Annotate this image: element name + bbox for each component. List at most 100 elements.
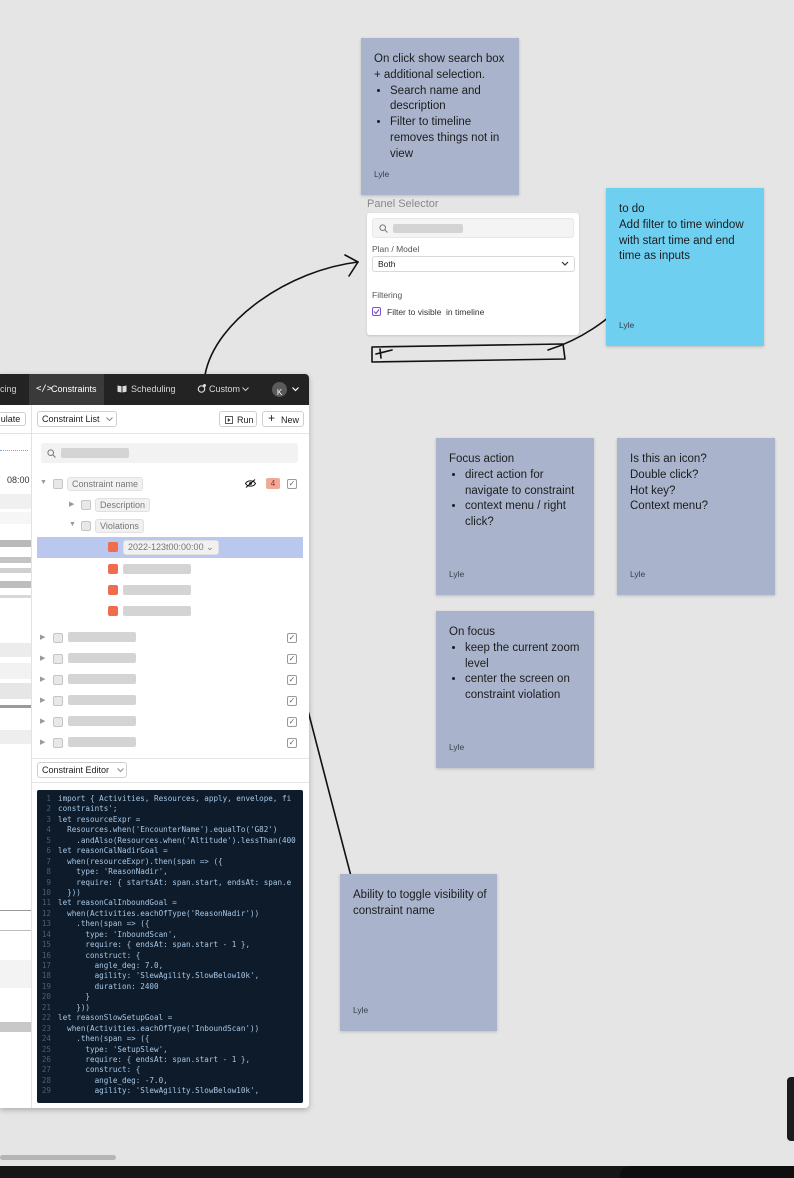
line-number: 7 xyxy=(46,856,51,866)
constraint-editor-select[interactable]: Constraint Editor xyxy=(37,762,127,778)
sticky-note-search[interactable]: On click show search box + additional se… xyxy=(361,38,519,195)
tree-row-constraint-collapsed[interactable]: ▶ ✓ xyxy=(31,651,309,667)
panel-search-input[interactable] xyxy=(372,218,574,238)
code-text: .andAlso(Resources.when('Altitude').less… xyxy=(58,835,296,845)
tree-row-constraint-collapsed[interactable]: ▶ ✓ xyxy=(31,672,309,688)
line-number: 25 xyxy=(41,1044,51,1054)
line-number: 4 xyxy=(46,825,51,835)
enabled-checkbox[interactable]: ✓ xyxy=(287,738,297,748)
chevron-down-icon[interactable] xyxy=(292,387,299,392)
code-editor[interactable]: 1 import { Activities, Resources, apply, … xyxy=(37,790,303,1103)
violation-count-badge: 4 xyxy=(266,478,280,489)
violation-row[interactable] xyxy=(37,604,303,620)
code-text: when(resourceExpr).then(span => ({ xyxy=(58,856,223,866)
line-number: 28 xyxy=(41,1075,51,1085)
code-line: 23 when(Activities.eachOfType('InboundSc… xyxy=(37,1024,303,1034)
filter-visible-label: Filter to visible in timeline xyxy=(387,307,485,317)
eye-slash-icon[interactable] xyxy=(245,479,256,488)
row-checkbox[interactable] xyxy=(53,696,63,706)
tab-custom[interactable]: Custom xyxy=(193,374,253,405)
avatar-initial: K xyxy=(276,388,283,397)
line-number: 1 xyxy=(46,794,51,803)
editor-divider xyxy=(31,758,309,759)
tree-row-description[interactable]: ▶ Description xyxy=(31,497,309,513)
expand-toggle[interactable]: ▶ xyxy=(40,738,45,746)
simulate-button-partial[interactable]: ulate xyxy=(0,412,26,426)
constraint-search-input[interactable] xyxy=(41,443,298,463)
expand-toggle[interactable]: ▶ xyxy=(40,633,45,641)
row-checkbox[interactable] xyxy=(53,654,63,664)
code-line: 4 Resources.when('EncounterName').equalT… xyxy=(37,825,303,835)
note-title: Focus action xyxy=(449,453,515,465)
code-icon: </> xyxy=(36,384,53,394)
enabled-checkbox[interactable]: ✓ xyxy=(287,675,297,685)
scribble-outline xyxy=(371,343,566,363)
tree-row-violations[interactable]: ▼ Violations xyxy=(31,518,309,534)
constraint-list-select[interactable]: Constraint List xyxy=(37,411,117,427)
code-line: 13 .then(span => ({ xyxy=(37,919,303,929)
expand-toggle[interactable]: ▼ xyxy=(69,521,76,528)
expand-toggle[interactable]: ▶ xyxy=(40,696,45,704)
row-checkbox[interactable] xyxy=(53,479,63,489)
code-text: construct: { xyxy=(58,1065,141,1075)
edge-panel xyxy=(787,1077,794,1141)
code-text: type: 'SetupSlew', xyxy=(58,1044,168,1054)
expand-toggle[interactable]: ▶ xyxy=(40,717,45,725)
timeline-row xyxy=(0,512,31,524)
enabled-checkbox[interactable]: ✓ xyxy=(287,479,297,489)
note-author: Lyle xyxy=(449,742,465,753)
tab-scheduling[interactable]: Scheduling xyxy=(112,374,182,405)
violation-row[interactable] xyxy=(37,583,303,599)
code-text: } xyxy=(58,992,91,1002)
violation-row-selected[interactable]: 2022-123t00:00:00 ⌄ xyxy=(37,537,303,558)
note-author: Lyle xyxy=(449,569,465,580)
expand-toggle[interactable]: ▼ xyxy=(40,479,47,486)
expand-toggle[interactable]: ▶ xyxy=(40,654,45,662)
violation-marker xyxy=(108,564,118,574)
row-checkbox[interactable] xyxy=(81,521,91,531)
horizontal-scrollbar[interactable] xyxy=(0,1155,116,1160)
sticky-note-icon-question[interactable]: Is this an icon? Double click? Hot key? … xyxy=(617,438,775,595)
note-text: to do Add filter to time window with sta… xyxy=(619,203,744,263)
enabled-checkbox[interactable]: ✓ xyxy=(287,717,297,727)
sticky-note-toggle-visibility[interactable]: Ability to toggle visibility of constrai… xyxy=(340,874,497,1031)
enabled-checkbox[interactable]: ✓ xyxy=(287,654,297,664)
code-body: 1 import { Activities, Resources, apply, … xyxy=(37,790,303,1097)
sticky-note-on-focus[interactable]: On focus keep the current zoom level cen… xyxy=(436,611,594,768)
filter-visible-checkbox[interactable] xyxy=(372,307,381,316)
timeline-bar xyxy=(0,910,31,911)
constraint-name: Constraint name xyxy=(67,477,144,491)
row-checkbox[interactable] xyxy=(81,500,91,510)
chevron-down-icon xyxy=(106,417,113,422)
panel-selector: Plan / Model Both Filtering Filter to vi… xyxy=(367,213,579,335)
tab-sequencing-partial[interactable]: cing xyxy=(0,384,17,394)
row-checkbox[interactable] xyxy=(53,633,63,643)
expand-toggle[interactable]: ▶ xyxy=(69,500,74,508)
sticky-note-focus-action[interactable]: Focus action direct action for navigate … xyxy=(436,438,594,595)
plan-model-select[interactable]: Both xyxy=(372,256,575,272)
tree-row-constraint-collapsed[interactable]: ▶ ✓ xyxy=(31,630,309,646)
avatar[interactable]: K xyxy=(272,382,287,397)
row-checkbox[interactable] xyxy=(53,717,63,727)
violation-marker xyxy=(108,542,118,552)
tree-row-constraint-collapsed[interactable]: ▶ ✓ xyxy=(31,735,309,751)
violation-row[interactable] xyxy=(37,562,303,578)
code-text: when(Activities.eachOfType('ReasonNadir'… xyxy=(58,908,260,918)
expand-toggle[interactable]: ▶ xyxy=(40,675,45,683)
row-checkbox[interactable] xyxy=(53,738,63,748)
run-button[interactable]: Run xyxy=(219,411,257,427)
book-icon xyxy=(117,385,127,393)
enabled-checkbox[interactable]: ✓ xyxy=(287,696,297,706)
sticky-note-todo[interactable]: to do Add filter to time window with sta… xyxy=(606,188,764,346)
tree-row-constraint-collapsed[interactable]: ▶ ✓ xyxy=(31,714,309,730)
line-number: 5 xyxy=(46,835,51,845)
violation-time: 2022-123t00:00:00 ⌄ xyxy=(123,540,219,555)
tree-row-constraint[interactable]: ▼ Constraint name 4 ✓ xyxy=(31,476,309,492)
row-checkbox[interactable] xyxy=(53,675,63,685)
enabled-checkbox[interactable]: ✓ xyxy=(287,633,297,643)
new-button[interactable]: + New xyxy=(262,411,304,427)
tab-constraints[interactable]: </> Constraints xyxy=(29,374,104,405)
code-text: agility: 'SlewAgility.SlowBelow10k', xyxy=(58,1086,260,1096)
tree-row-constraint-collapsed[interactable]: ▶ ✓ xyxy=(31,693,309,709)
note-bullet: context menu / right click? xyxy=(465,499,584,531)
